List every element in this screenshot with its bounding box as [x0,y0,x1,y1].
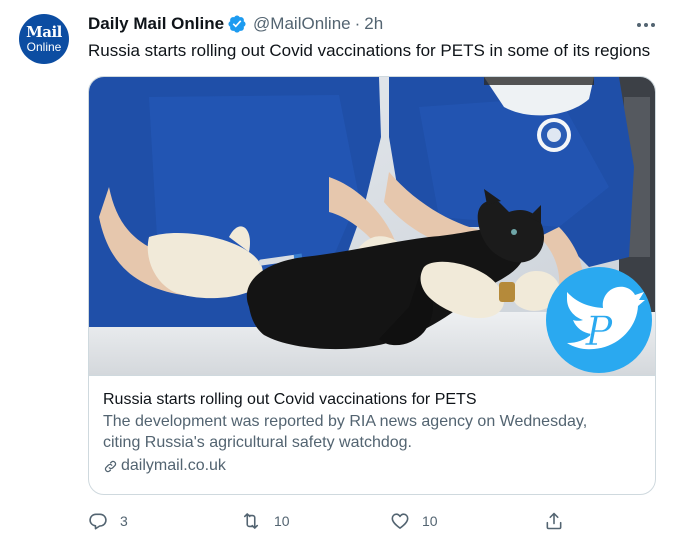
tweet-text: Russia starts rolling out Covid vaccinat… [88,41,651,60]
account-handle[interactable]: @MailOnline [253,14,351,34]
heart-icon [391,513,409,529]
retweet-icon [243,513,259,529]
more-options-icon[interactable] [633,12,659,38]
reply-count: 3 [120,513,128,529]
svg-text:P: P [585,309,614,355]
verified-badge-icon [227,14,247,34]
card-description: The development was reported by RIA news… [103,413,588,451]
header-separator: · [354,14,361,33]
reply-button[interactable]: 3 [88,508,128,534]
avatar-logo-line1: Mail [26,23,62,41]
tweet[interactable]: Mail Online Daily Mail Online @MailOnlin… [0,0,679,545]
card-image[interactable]: P [89,77,655,375]
link-icon [104,460,117,472]
card-title: Russia starts rolling out Covid vaccinat… [103,391,477,408]
reply-icon [89,513,107,530]
tweet-header: Daily Mail Online @MailOnline · 2h [88,13,383,35]
tweet-actions: 3 10 10 [88,508,578,534]
card-link[interactable]: dailymail.co.uk [103,456,641,476]
tweet-timestamp[interactable]: 2h [364,14,383,34]
link-card[interactable]: P Russia starts rolling out Covid vaccin… [88,76,656,495]
avatar-logo-line2: Online [26,40,62,54]
account-name[interactable]: Daily Mail Online [88,14,224,34]
share-button[interactable] [544,508,564,534]
card-domain: dailymail.co.uk [121,457,226,474]
like-button[interactable]: 10 [390,508,438,534]
like-count: 10 [422,513,438,529]
retweet-button[interactable]: 10 [240,508,290,534]
share-icon [546,512,562,530]
retweet-count: 10 [274,513,290,529]
avatar[interactable]: Mail Online [19,14,69,64]
card-body[interactable]: Russia starts rolling out Covid vaccinat… [89,375,655,476]
